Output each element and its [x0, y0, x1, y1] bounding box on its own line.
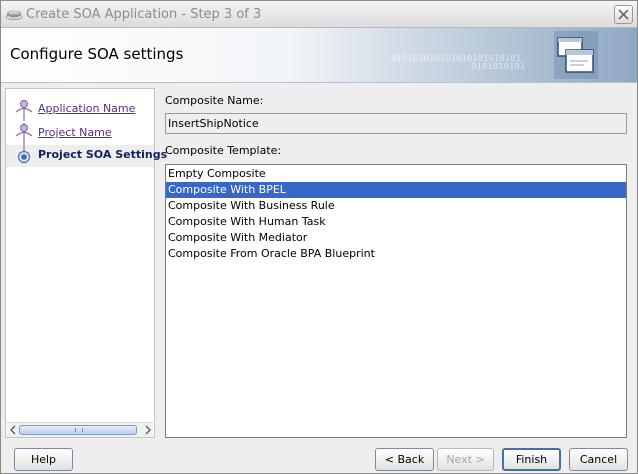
scrollbar-thumb[interactable] [19, 425, 137, 435]
scroll-left-icon[interactable] [9, 425, 18, 435]
close-button[interactable] [614, 5, 633, 24]
composite-template-label: Composite Template: [165, 144, 282, 157]
list-item[interactable]: Composite With Mediator [166, 230, 626, 246]
nav-step-label: Project SOA Settings [38, 148, 168, 161]
scroll-right-icon[interactable] [143, 425, 152, 435]
window-title: Create SOA Application - Step 3 of 3 [26, 7, 262, 22]
completed-step-icon [14, 123, 34, 145]
finish-button[interactable]: Finish [502, 448, 561, 471]
list-item[interactable]: Composite With Business Rule [166, 198, 626, 214]
nav-step-project-name[interactable]: Project Name [6, 123, 154, 145]
back-button[interactable]: < Back [375, 448, 434, 471]
next-button: Next > [437, 448, 494, 471]
wizard-steps-nav: Application Name Project Name Project SO… [5, 88, 167, 438]
header-banner: Configure SOA settings 01010101010101010… [1, 28, 637, 83]
banner-binary-decoration-2: 0101010101 [471, 62, 526, 72]
nav-horizontal-scrollbar[interactable] [7, 422, 153, 437]
composite-name-label: Composite Name: [165, 94, 264, 107]
nav-step-application-name[interactable]: Application Name [6, 99, 154, 121]
list-item[interactable]: Empty Composite [166, 166, 626, 182]
nav-step-project-soa-settings[interactable]: Project SOA Settings [6, 145, 167, 167]
close-icon [618, 9, 629, 20]
composite-name-field[interactable] [165, 113, 627, 134]
title-bar: Create SOA Application - Step 3 of 3 [1, 1, 637, 28]
list-item[interactable]: Composite With Human Task [166, 214, 626, 230]
page-title: Configure SOA settings [10, 45, 184, 63]
list-item-selected[interactable]: Composite With BPEL [166, 182, 626, 198]
current-step-icon [14, 145, 34, 167]
list-item[interactable]: Composite From Oracle BPA Blueprint [166, 246, 626, 262]
completed-step-icon [14, 99, 34, 121]
coffee-cup-icon [5, 7, 23, 21]
wizard-windows-icon [554, 31, 598, 79]
dialog-window: Create SOA Application - Step 3 of 3 Con… [0, 0, 638, 474]
nav-step-label[interactable]: Application Name [38, 102, 135, 115]
composite-template-list[interactable]: Empty Composite Composite With BPEL Comp… [165, 164, 627, 438]
help-button[interactable]: Help [14, 448, 73, 471]
cancel-button[interactable]: Cancel [569, 448, 628, 471]
nav-step-label[interactable]: Project Name [38, 126, 112, 139]
